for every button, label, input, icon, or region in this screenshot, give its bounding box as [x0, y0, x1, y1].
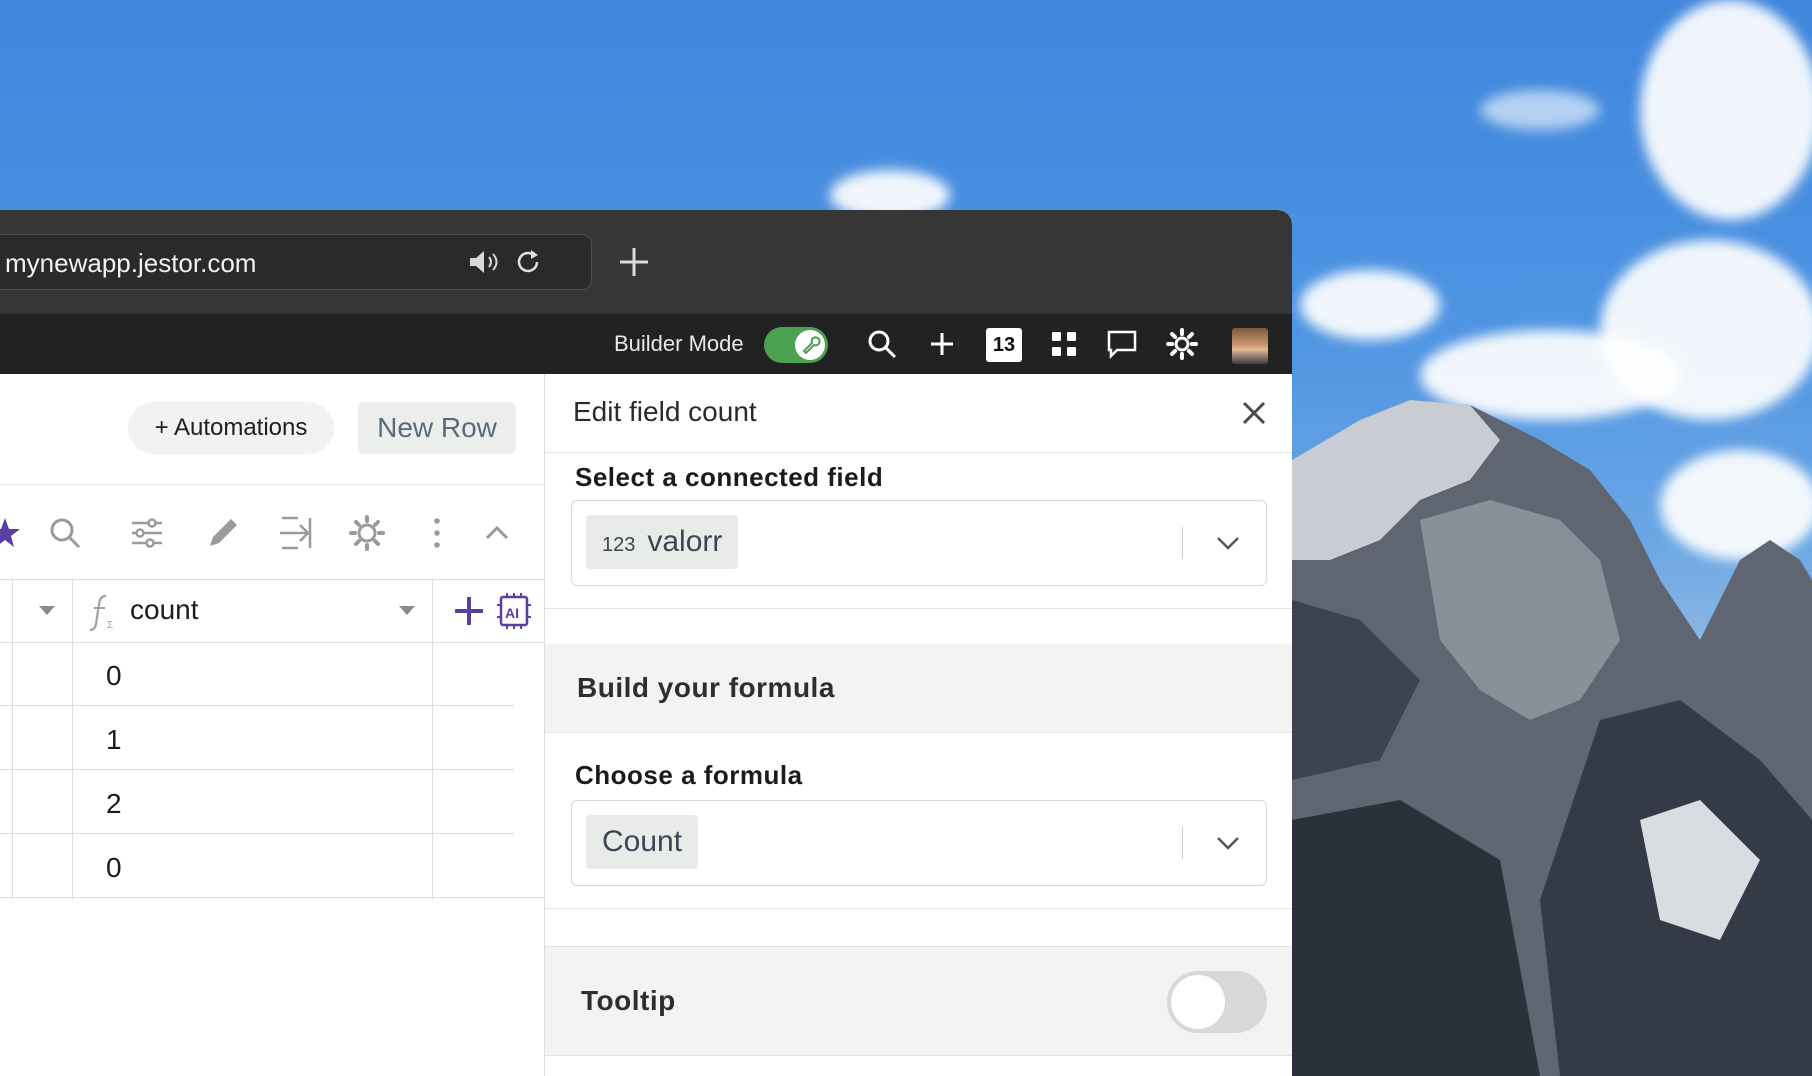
- connected-field-chip: 123 valorr: [586, 515, 739, 569]
- add-icon[interactable]: [926, 328, 958, 360]
- tooltip-section: Tooltip: [545, 946, 1292, 1056]
- new-row-button[interactable]: New Row: [358, 402, 516, 454]
- wrench-icon: [802, 336, 821, 355]
- settings-gear-icon[interactable]: [1166, 328, 1198, 360]
- chevron-down-icon[interactable]: [1212, 827, 1244, 859]
- connected-field-value: valorr: [647, 525, 723, 558]
- column-menu-arrow-icon[interactable]: [36, 602, 58, 618]
- browser-tab-bar: mynewapp.jestor.com: [0, 210, 1292, 314]
- connected-field-select[interactable]: 123 valorr: [571, 500, 1267, 586]
- search-icon[interactable]: [866, 328, 898, 360]
- svg-text:Σ: Σ: [107, 620, 113, 631]
- notifications-badge[interactable]: 13: [986, 328, 1022, 362]
- column-header-count[interactable]: count: [130, 594, 199, 626]
- search-icon[interactable]: [46, 514, 84, 552]
- table-cell[interactable]: 1: [106, 724, 122, 756]
- filter-sliders-icon[interactable]: [128, 514, 166, 552]
- svg-text:AI: AI: [505, 605, 519, 621]
- add-column-icon[interactable]: [452, 593, 486, 629]
- choose-formula-label: Choose a formula: [575, 760, 803, 790]
- close-icon[interactable]: [1239, 398, 1269, 428]
- more-options-icon[interactable]: [418, 514, 456, 552]
- tooltip-label: Tooltip: [581, 985, 676, 1016]
- formula-chip: Count: [586, 815, 699, 869]
- builder-mode-label: Builder Mode: [614, 331, 744, 356]
- favorite-star-icon[interactable]: [0, 514, 24, 552]
- builder-mode-toggle[interactable]: [764, 327, 828, 363]
- export-icon[interactable]: [276, 514, 314, 552]
- collapse-chevron-up-icon[interactable]: [478, 514, 516, 552]
- speaker-icon[interactable]: [467, 248, 501, 276]
- table-cell[interactable]: 0: [106, 660, 122, 692]
- ai-column-icon[interactable]: AI: [496, 592, 532, 630]
- address-bar[interactable]: mynewapp.jestor.com: [0, 234, 592, 290]
- formula-field-icon: Σ: [89, 594, 113, 632]
- chevron-down-icon[interactable]: [1212, 527, 1244, 559]
- url-text: mynewapp.jestor.com: [5, 248, 257, 278]
- app-top-bar: Builder Mode 13: [0, 314, 1292, 374]
- table-cell[interactable]: 2: [106, 788, 122, 820]
- new-tab-button[interactable]: [612, 240, 656, 284]
- formula-select[interactable]: Count: [571, 800, 1267, 886]
- build-formula-section: Build your formula: [545, 644, 1292, 732]
- reload-icon[interactable]: [513, 247, 543, 277]
- automations-button[interactable]: + Automations: [128, 402, 334, 454]
- connected-field-label: Select a connected field: [575, 462, 884, 492]
- edit-pencil-icon[interactable]: [204, 514, 242, 552]
- chat-icon[interactable]: [1106, 328, 1138, 360]
- panel-title: Edit field count: [573, 396, 757, 427]
- tooltip-toggle[interactable]: [1167, 971, 1267, 1033]
- table-cell[interactable]: 0: [106, 852, 122, 884]
- number-field-icon: 123: [602, 534, 636, 556]
- apps-grid-icon[interactable]: [1048, 328, 1080, 360]
- user-avatar[interactable]: [1232, 328, 1268, 364]
- edit-field-panel: Edit field count Select a connected fiel…: [544, 374, 1292, 1076]
- browser-window: mynewapp.jestor.com Builder Mode 13 + Au…: [0, 210, 1292, 1076]
- build-formula-label: Build your formula: [577, 672, 835, 703]
- settings-gear-icon[interactable]: [348, 514, 386, 552]
- table-view: + Automations New Row Σ count AI 0 1 2 0: [0, 374, 544, 1076]
- column-menu-arrow-icon[interactable]: [396, 602, 418, 618]
